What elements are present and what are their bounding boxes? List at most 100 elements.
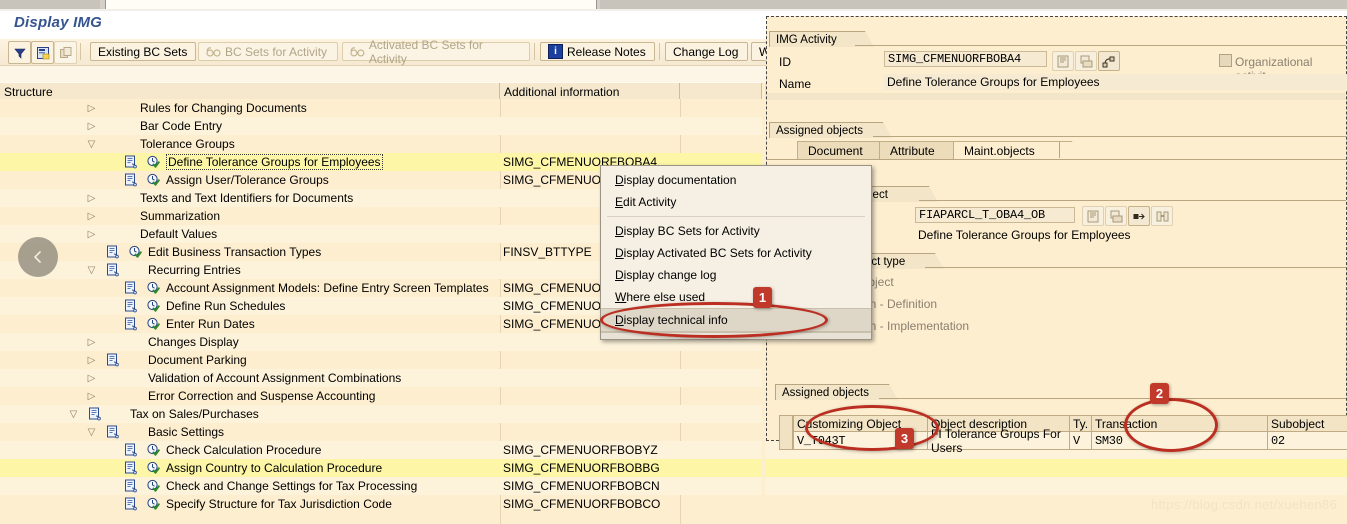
existing-bc-sets-label: Existing BC Sets [98, 44, 188, 59]
document-icon[interactable] [124, 281, 138, 295]
id-field[interactable]: SIMG_CFMENUORFBOBA4 [884, 51, 1047, 67]
menu-item-display-documentation[interactable]: Display documentation [601, 169, 871, 191]
tree-row-label[interactable]: Bar Code Entry [140, 119, 222, 133]
bc-sets-for-activity-button: BC Sets for Activity [198, 42, 338, 61]
tree-row-label[interactable]: Define Run Schedules [166, 299, 285, 313]
release-notes-label: Release Notes [567, 44, 646, 59]
tree-row-label[interactable]: Basic Settings [148, 425, 224, 439]
document-icon[interactable] [124, 299, 138, 313]
tree-row-label[interactable]: Changes Display [148, 335, 239, 349]
navigate-icon-button[interactable] [1128, 206, 1150, 226]
back-button[interactable] [18, 237, 58, 277]
document-icon[interactable] [124, 173, 138, 187]
execute-activity-icon[interactable] [146, 173, 160, 187]
tree-row[interactable]: Assign Country to Calculation Procedure S… [0, 459, 1347, 477]
tree-row-label[interactable]: Assign Country to Calculation Procedure [166, 461, 382, 475]
execute-activity-icon[interactable] [146, 155, 160, 169]
expand-arrow-closed-icon[interactable]: ▷ [86, 373, 97, 384]
tree-row-label[interactable]: Error Correction and Suspense Accounting [148, 389, 375, 403]
tree-row-label[interactable]: Define Tolerance Groups for Employees [166, 154, 383, 170]
expand-arrow-closed-icon[interactable]: ▷ [86, 103, 97, 114]
th-subobject[interactable]: Subobject [1267, 415, 1347, 432]
expand-node-icon-button[interactable] [31, 41, 54, 64]
object-id-field[interactable]: FIAPARCL_T_OBA4_OB [915, 207, 1075, 223]
document-icon[interactable] [124, 443, 138, 457]
execute-activity-icon[interactable] [146, 461, 160, 475]
tree-row-label[interactable]: Account Assignment Models: Define Entry … [166, 281, 489, 295]
column-header-additional-information[interactable]: Additional information [500, 83, 680, 100]
tree-row-label[interactable]: Tax on Sales/Purchases [130, 407, 259, 421]
execute-activity-icon[interactable] [146, 443, 160, 457]
document-icon[interactable] [124, 155, 138, 169]
expand-arrow-closed-icon[interactable]: ▷ [86, 121, 97, 132]
tree-row-label[interactable]: Default Values [140, 227, 217, 241]
execute-activity-icon[interactable] [146, 317, 160, 331]
page-title: Display IMG [14, 14, 103, 31]
document-icon[interactable] [106, 263, 120, 277]
tree-row-label[interactable]: Document Parking [148, 353, 247, 367]
column-header-structure[interactable]: Structure [0, 83, 500, 100]
row-selector-column[interactable] [779, 415, 793, 450]
document-icon[interactable] [106, 353, 120, 367]
execute-activity-icon[interactable] [146, 479, 160, 493]
expand-arrow-closed-icon[interactable]: ▷ [86, 337, 97, 348]
expand-arrow-closed-icon[interactable]: ▷ [86, 355, 97, 366]
th-type[interactable]: Ty. [1069, 415, 1091, 432]
expand-arrow-closed-icon[interactable]: ▷ [86, 211, 97, 222]
assigned-objects-table-group-line [879, 398, 1346, 399]
expand-arrow-open-icon[interactable]: ▽ [86, 139, 97, 150]
document-icon [89, 407, 101, 421]
tree-row-label[interactable]: Enter Run Dates [166, 317, 255, 331]
change-log-button[interactable]: Change Log [665, 42, 748, 61]
tree-row-label[interactable]: Check Calculation Procedure [166, 443, 321, 457]
menu-item-display-activated-bc-sets-for-activity[interactable]: Display Activated BC Sets for Activity [601, 242, 871, 264]
expand-arrow-closed-icon[interactable]: ▷ [86, 229, 97, 240]
execute-activity-icon[interactable] [146, 497, 160, 511]
filter-icon-button[interactable] [8, 41, 31, 64]
organizational-activity-checkbox[interactable] [1219, 54, 1232, 67]
document-icon[interactable] [124, 317, 138, 331]
column-header-blank[interactable] [680, 83, 762, 100]
menu-item-display-documentation-label: isplay documentation [623, 173, 737, 187]
tab-maint-objects[interactable]: Maint.objects [953, 141, 1082, 160]
document-icon[interactable] [106, 245, 120, 259]
expand-node-icon [36, 46, 49, 59]
menu-item-display-change-log[interactable]: Display change log [601, 264, 871, 286]
td-type[interactable]: V [1069, 432, 1091, 450]
annotation-marker-1: 1 [753, 287, 772, 308]
tree-row[interactable]: Check and Change Settings for Tax Proces… [0, 477, 1347, 495]
document-icon[interactable] [88, 407, 102, 421]
execute-activity-icon[interactable] [146, 281, 160, 295]
tree-row-label[interactable]: Specify Structure for Tax Jurisdiction C… [166, 497, 392, 511]
menu-item-edit-activity-label: dit Activity [623, 195, 677, 209]
tree-row-label[interactable]: Texts and Text Identifiers for Documents [140, 191, 353, 205]
tree-row-label[interactable]: Rules for Changing Documents [140, 101, 307, 115]
document-icon[interactable] [106, 425, 120, 439]
copy-structure-icon [59, 46, 71, 58]
menu-item-edit-activity[interactable]: Edit Activity [601, 191, 871, 213]
release-notes-button[interactable]: i Release Notes [540, 42, 655, 61]
document-icon[interactable] [124, 461, 138, 475]
expand-arrow-open-icon[interactable]: ▽ [86, 427, 97, 438]
document-icon[interactable] [124, 497, 138, 511]
execute-activity-icon[interactable] [128, 245, 142, 259]
tree-row-label[interactable]: Check and Change Settings for Tax Proces… [166, 479, 417, 493]
menu-item-display-bc-sets-for-activity[interactable]: Display BC Sets for Activity [601, 220, 871, 242]
tree-row-label[interactable]: Summarization [140, 209, 220, 223]
tree-row-label[interactable]: Assign User/Tolerance Groups [166, 173, 329, 187]
relations-icon-button[interactable] [1098, 51, 1120, 71]
expand-arrow-closed-icon[interactable]: ▷ [86, 391, 97, 402]
expand-arrow-open-icon[interactable]: ▽ [68, 409, 79, 420]
expand-arrow-closed-icon[interactable]: ▷ [86, 193, 97, 204]
td-object-description[interactable]: FI Tolerance Groups For Users [927, 427, 1069, 455]
tree-row-label[interactable]: Edit Business Transaction Types [148, 245, 321, 259]
execute-activity-icon[interactable] [146, 299, 160, 313]
document-icon[interactable] [124, 479, 138, 493]
tree-row[interactable]: Specify Structure for Tax Jurisdiction C… [0, 495, 1347, 513]
existing-bc-sets-button[interactable]: Existing BC Sets [90, 42, 196, 61]
tree-row-label[interactable]: Validation of Account Assignment Combina… [148, 371, 401, 385]
expand-arrow-open-icon[interactable]: ▽ [86, 265, 97, 276]
td-subobject[interactable]: 02 [1267, 432, 1347, 450]
tree-row-label[interactable]: Recurring Entries [148, 263, 241, 277]
tree-row-label[interactable]: Tolerance Groups [140, 137, 235, 151]
